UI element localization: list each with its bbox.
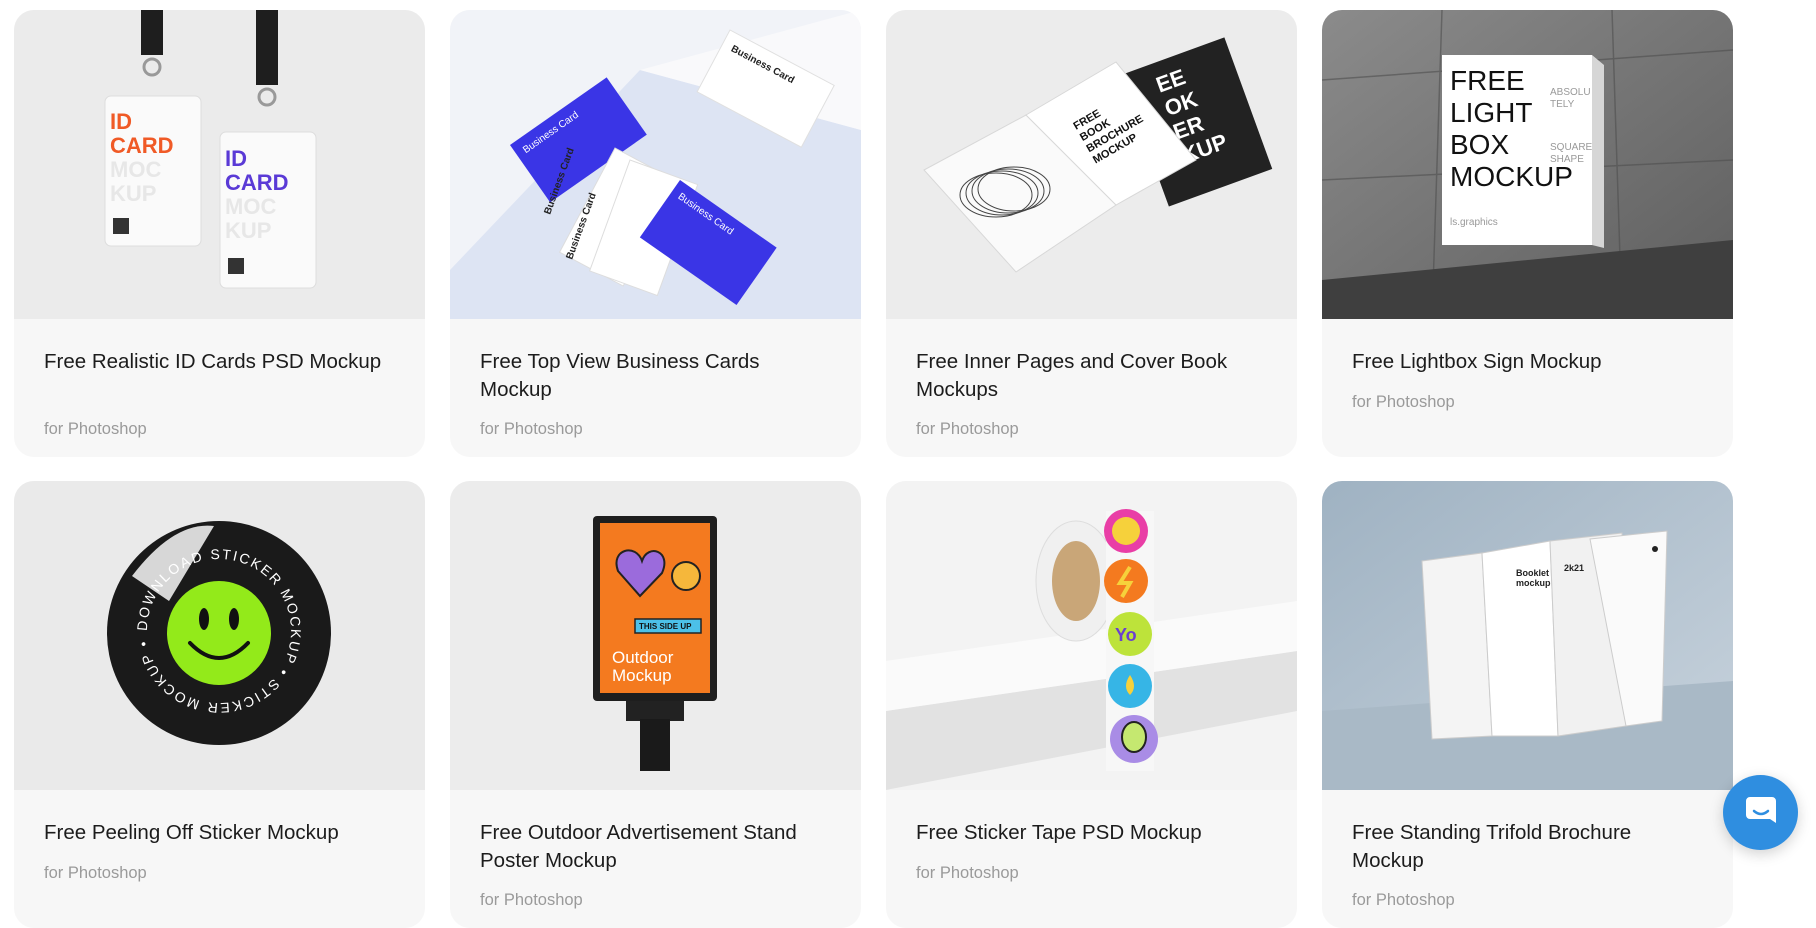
svg-text:Booklet: Booklet: [1516, 568, 1549, 578]
card-subtitle: for Photoshop: [480, 420, 583, 438]
card-title[interactable]: Free Top View Business Cards Mockup: [480, 348, 820, 404]
svg-text:Outdoor: Outdoor: [612, 648, 674, 667]
card-lightbox-sign[interactable]: FREE LIGHT BOX MOCKUP ABSOLU TELY SQUARE…: [1322, 10, 1733, 457]
svg-text:MOCKUP: MOCKUP: [1450, 161, 1573, 192]
svg-text:ABSOLU: ABSOLU: [1550, 87, 1591, 98]
chat-icon: [1744, 793, 1778, 832]
card-subtitle: for Photoshop: [1352, 891, 1455, 909]
thumbnail-trifold: Booklet mockup 2k21: [1322, 481, 1733, 790]
svg-text:SHAPE: SHAPE: [1550, 154, 1584, 165]
svg-text:Mockup: Mockup: [612, 666, 672, 685]
card-subtitle: for Photoshop: [44, 420, 147, 438]
card-peeling-sticker[interactable]: DOWNLOAD STICKER MOCKUP • STICKER MOCKUP…: [14, 481, 425, 928]
card-outdoor-stand[interactable]: THIS SIDE UP Outdoor Mockup Free Outdoor…: [450, 481, 861, 928]
svg-text:MOC: MOC: [110, 157, 161, 182]
card-title[interactable]: Free Lightbox Sign Mockup: [1352, 348, 1692, 376]
svg-text:KUP: KUP: [110, 181, 156, 206]
svg-text:ls.graphics: ls.graphics: [1450, 217, 1498, 228]
svg-text:mockup: mockup: [1516, 578, 1551, 588]
thumbnail-business-cards: Business Card Business Card Business Car…: [450, 10, 861, 319]
svg-text:THIS SIDE UP: THIS SIDE UP: [639, 622, 692, 631]
svg-text:TELY: TELY: [1550, 99, 1575, 110]
card-sticker-tape[interactable]: Yo Free Sticker Tape PSD Mockup for Phot…: [886, 481, 1297, 928]
card-title[interactable]: Free Realistic ID Cards PSD Mockup: [44, 348, 384, 376]
thumbnail-outdoor-stand: THIS SIDE UP Outdoor Mockup: [450, 481, 861, 790]
card-subtitle: for Photoshop: [480, 891, 583, 909]
thumbnail-sticker-tape: Yo: [886, 481, 1297, 790]
svg-text:KUP: KUP: [225, 218, 271, 243]
card-title[interactable]: Free Outdoor Advertisement Stand Poster …: [480, 819, 820, 875]
thumbnail-sticker: DOWNLOAD STICKER MOCKUP • STICKER MOCKUP…: [14, 481, 425, 790]
card-title[interactable]: Free Inner Pages and Cover Book Mockups: [916, 348, 1256, 404]
svg-text:LIGHT: LIGHT: [1450, 97, 1532, 128]
card-subtitle: for Photoshop: [916, 420, 1019, 438]
svg-text:MOC: MOC: [225, 194, 276, 219]
svg-text:Yo: Yo: [1115, 625, 1137, 645]
svg-text:ID: ID: [225, 146, 247, 171]
thumbnail-id-cards: ID CARD MOC KUP ID CARD MOC KUP: [14, 10, 425, 319]
card-subtitle: for Photoshop: [1352, 393, 1455, 411]
chat-launcher-button[interactable]: [1723, 775, 1798, 850]
thumbnail-book: EE OK ER KUP FREE BOOK BROCHURE MOCKUP: [886, 10, 1297, 319]
svg-text:FREE: FREE: [1450, 65, 1525, 96]
svg-text:SQUARE: SQUARE: [1550, 142, 1593, 153]
svg-text:ID: ID: [110, 109, 132, 134]
card-title[interactable]: Free Peeling Off Sticker Mockup: [44, 819, 384, 847]
svg-text:CARD: CARD: [225, 170, 289, 195]
card-id-cards[interactable]: ID CARD MOC KUP ID CARD MOC KUP Free Rea…: [14, 10, 425, 457]
card-title[interactable]: Free Standing Trifold Brochure Mockup: [1352, 819, 1692, 875]
card-trifold-brochure[interactable]: Booklet mockup 2k21 Free Standing Trifol…: [1322, 481, 1733, 928]
card-business-cards[interactable]: Business Card Business Card Business Car…: [450, 10, 861, 457]
svg-text:BOX: BOX: [1450, 129, 1509, 160]
thumbnail-lightbox: FREE LIGHT BOX MOCKUP ABSOLU TELY SQUARE…: [1322, 10, 1733, 319]
card-title[interactable]: Free Sticker Tape PSD Mockup: [916, 819, 1256, 847]
card-book-mockups[interactable]: EE OK ER KUP FREE BOOK BROCHURE MOCKUP F…: [886, 10, 1297, 457]
svg-text:2k21: 2k21: [1564, 563, 1584, 573]
svg-text:CARD: CARD: [110, 133, 174, 158]
